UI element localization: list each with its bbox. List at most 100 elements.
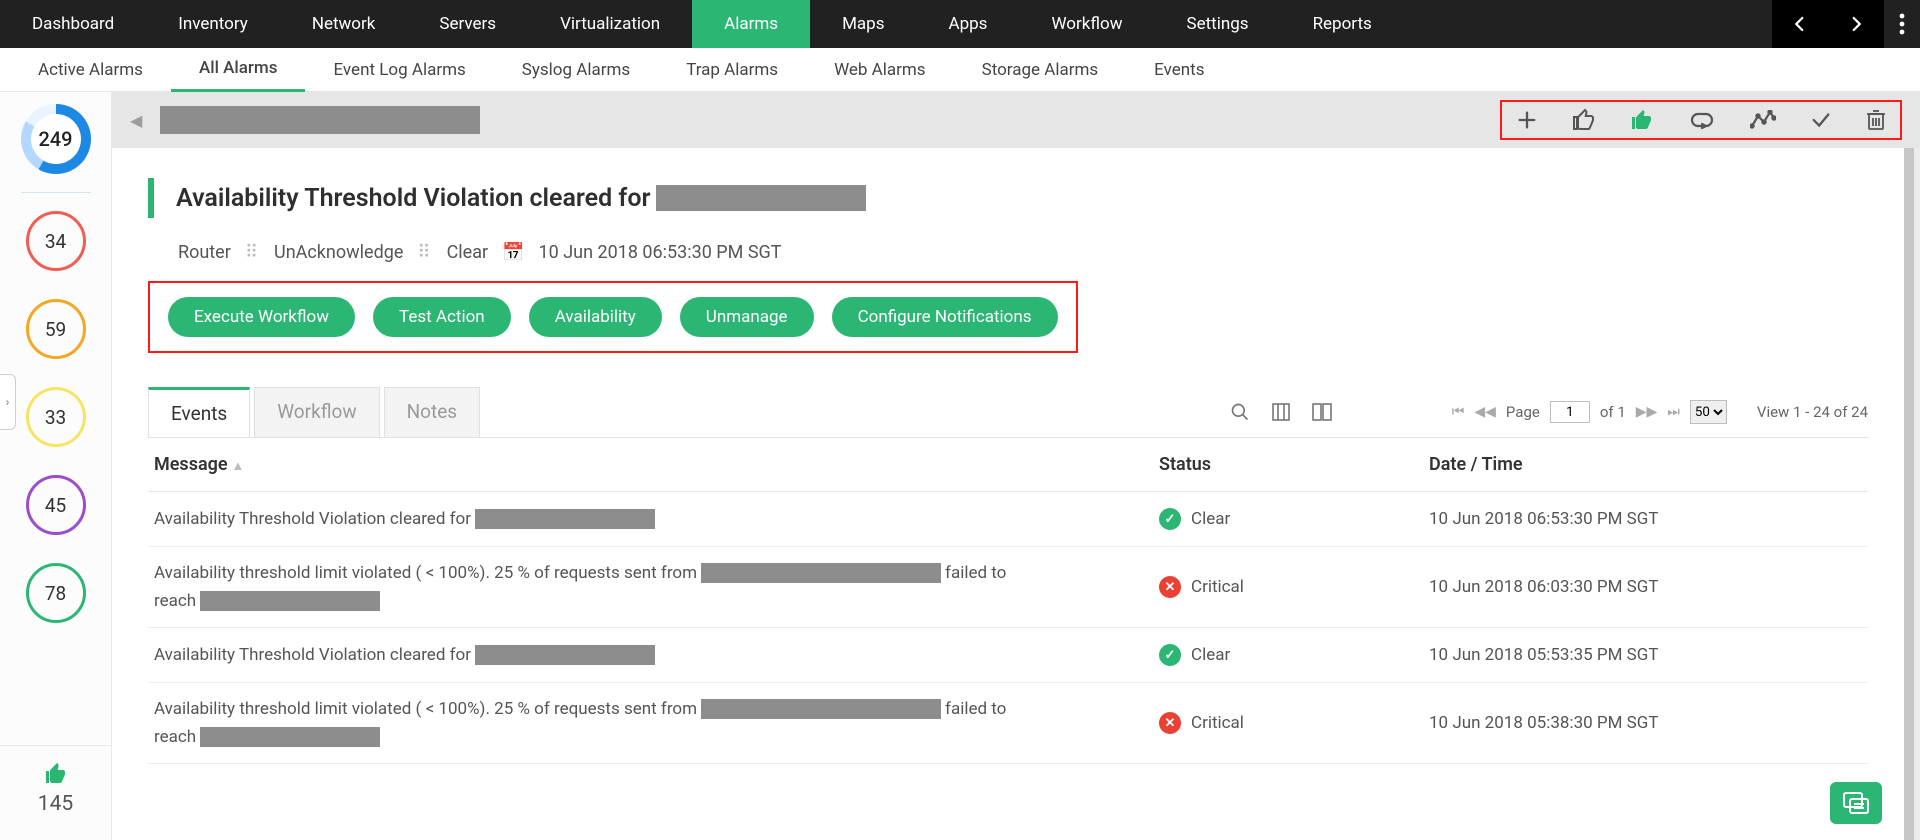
sort-asc-icon[interactable]: ▲ xyxy=(232,459,245,474)
severity-ring-red[interactable]: 34 xyxy=(26,211,86,271)
toolbar-action-strip xyxy=(1500,100,1902,140)
trash-icon[interactable] xyxy=(1866,109,1886,131)
nav-next-button[interactable] xyxy=(1828,0,1884,48)
cell-status: ✕Critical xyxy=(1159,712,1429,734)
severity-ring-purple[interactable]: 45 xyxy=(26,475,86,535)
search-icon[interactable] xyxy=(1230,402,1250,422)
status-clear-icon: ✓ xyxy=(1159,644,1181,666)
meta-ack[interactable]: UnAcknowledge xyxy=(274,242,403,263)
columns-icon[interactable] xyxy=(1272,403,1290,421)
sidebar-expand-tab[interactable]: › xyxy=(0,374,16,430)
detail-tab-events[interactable]: Events xyxy=(148,387,250,437)
table-row[interactable]: Availability Threshold Violation cleared… xyxy=(148,628,1868,683)
primary-nav-item[interactable]: Settings xyxy=(1154,0,1280,48)
pager-prev-icon[interactable]: ◀◀ xyxy=(1474,404,1496,420)
th-date[interactable]: Date / Time xyxy=(1429,454,1862,475)
primary-nav: DashboardInventoryNetworkServersVirtuali… xyxy=(0,0,1920,48)
alarm-title-prefix: Availability Threshold Violation cleared… xyxy=(176,184,650,213)
alarm-meta-row: Router ⠿ UnAcknowledge ⠿ Clear 📅 10 Jun … xyxy=(178,242,1868,263)
secondary-nav-item[interactable]: Syslog Alarms xyxy=(494,48,658,92)
chat-fab[interactable] xyxy=(1830,782,1882,824)
check-icon[interactable] xyxy=(1810,109,1832,131)
total-alarms-count: 249 xyxy=(38,127,72,151)
secondary-nav-item[interactable]: All Alarms xyxy=(171,48,306,92)
table-row[interactable]: Availability threshold limit violated ( … xyxy=(148,547,1868,628)
status-critical-icon: ✕ xyxy=(1159,712,1181,734)
meta-sep-icon: ⠿ xyxy=(245,242,260,263)
action-configure-notifications[interactable]: Configure Notifications xyxy=(832,297,1058,337)
sidebar-bottom: 145 xyxy=(0,745,111,840)
cell-message: Availability threshold limit violated ( … xyxy=(154,699,1159,747)
add-icon[interactable] xyxy=(1516,109,1538,131)
meta-timestamp: 10 Jun 2018 06:53:30 PM SGT xyxy=(539,242,782,263)
sidebar-bottom-count: 145 xyxy=(38,792,73,816)
export-icon[interactable] xyxy=(1312,403,1332,421)
secondary-nav-item[interactable]: Active Alarms xyxy=(10,48,171,92)
loop-icon[interactable] xyxy=(1688,110,1716,130)
status-critical-icon: ✕ xyxy=(1159,576,1181,598)
table-tool-icons xyxy=(1230,402,1332,422)
sidebar-divider xyxy=(21,192,91,193)
thumbs-up-filled-icon[interactable] xyxy=(1630,108,1654,132)
title-accent-bar xyxy=(148,178,154,218)
secondary-nav: Active AlarmsAll AlarmsEvent Log AlarmsS… xyxy=(0,48,1920,92)
pager-first-icon[interactable]: ⏮ xyxy=(1452,404,1465,420)
primary-nav-item[interactable]: Dashboard xyxy=(0,0,146,48)
detail-tab-notes[interactable]: Notes xyxy=(384,387,481,437)
action-execute-workflow[interactable]: Execute Workflow xyxy=(168,297,355,337)
nav-prev-button[interactable] xyxy=(1772,0,1828,48)
calendar-icon: 📅 xyxy=(502,242,524,263)
primary-nav-item[interactable]: Inventory xyxy=(146,0,280,48)
table-row[interactable]: Availability threshold limit violated ( … xyxy=(148,683,1868,764)
meta-sep-icon: ⠿ xyxy=(417,242,432,263)
secondary-nav-item[interactable]: Storage Alarms xyxy=(954,48,1127,92)
severity-ring-green[interactable]: 78 xyxy=(26,563,86,623)
th-status[interactable]: Status xyxy=(1159,454,1429,475)
primary-nav-item[interactable]: Apps xyxy=(916,0,1019,48)
primary-nav-item[interactable]: Alarms xyxy=(692,0,810,48)
action-test-action[interactable]: Test Action xyxy=(373,297,511,337)
thumbs-up-icon[interactable] xyxy=(44,762,68,786)
chart-line-icon[interactable] xyxy=(1750,110,1776,130)
pager: ⏮ ◀◀ Page of 1 ▶▶ ⏭ 50 xyxy=(1452,400,1727,424)
cell-date: 10 Jun 2018 06:03:30 PM SGT xyxy=(1429,577,1862,597)
thumbs-up-outline-icon[interactable] xyxy=(1572,108,1596,132)
redacted-text xyxy=(200,727,380,747)
pager-next-icon[interactable]: ▶▶ xyxy=(1636,404,1658,420)
content-area: ◀ Availability Threshold Violation clear… xyxy=(112,92,1920,840)
primary-nav-item[interactable]: Servers xyxy=(407,0,528,48)
device-name-redacted xyxy=(160,106,480,134)
events-table-header: Message▲ Status Date / Time xyxy=(148,438,1868,492)
redacted-text xyxy=(200,591,380,611)
nav-more-button[interactable] xyxy=(1884,0,1920,48)
primary-nav-item[interactable]: Maps xyxy=(810,0,916,48)
detail-tab-workflow[interactable]: Workflow xyxy=(254,387,379,437)
alarm-title-redacted xyxy=(656,185,866,211)
secondary-nav-item[interactable]: Web Alarms xyxy=(806,48,954,92)
cell-date: 10 Jun 2018 05:53:35 PM SGT xyxy=(1429,645,1862,665)
meta-status: Clear xyxy=(447,242,489,263)
pager-page-input[interactable] xyxy=(1550,401,1590,423)
primary-nav-item[interactable]: Reports xyxy=(1281,0,1404,48)
secondary-nav-item[interactable]: Event Log Alarms xyxy=(305,48,493,92)
meta-device-type: Router xyxy=(178,242,231,263)
severity-ring-yellow[interactable]: 33 xyxy=(26,387,86,447)
pager-size-select[interactable]: 50 xyxy=(1690,400,1727,424)
detail-toolbar: ◀ xyxy=(112,92,1920,148)
back-chevron-icon[interactable]: ◀ xyxy=(130,111,142,130)
action-availability[interactable]: Availability xyxy=(529,297,662,337)
primary-nav-item[interactable]: Virtualization xyxy=(528,0,692,48)
alarm-detail-panel: Availability Threshold Violation cleared… xyxy=(112,148,1914,840)
redacted-text xyxy=(475,509,655,529)
pager-last-icon[interactable]: ⏭ xyxy=(1667,404,1680,420)
severity-ring-orange[interactable]: 59 xyxy=(26,299,86,359)
redacted-text xyxy=(475,645,655,665)
primary-nav-item[interactable]: Workflow xyxy=(1019,0,1154,48)
total-alarms-donut[interactable]: 249 xyxy=(21,104,91,174)
cell-date: 10 Jun 2018 05:38:30 PM SGT xyxy=(1429,713,1862,733)
secondary-nav-item[interactable]: Trap Alarms xyxy=(658,48,806,92)
primary-nav-item[interactable]: Network xyxy=(280,0,408,48)
action-unmanage[interactable]: Unmanage xyxy=(680,297,814,337)
secondary-nav-item[interactable]: Events xyxy=(1126,48,1232,92)
table-row[interactable]: Availability Threshold Violation cleared… xyxy=(148,492,1868,547)
